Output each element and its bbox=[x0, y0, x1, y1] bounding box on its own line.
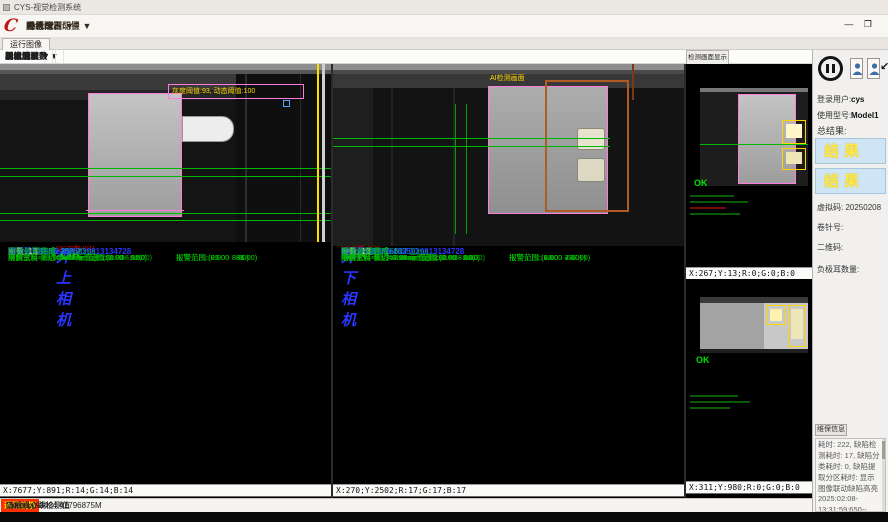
log-line bbox=[690, 213, 740, 215]
lower-camera-heartbeat: 下相机心跳检测值 bbox=[6, 499, 70, 512]
guide-line-vertical bbox=[455, 104, 456, 234]
preview-ok-text: OK bbox=[696, 355, 710, 365]
left-pixel-coordinates: X:7677;Y:891;R:14;G:14;B:14 bbox=[0, 484, 331, 497]
log-tabs: 运行信息报警信息维保信息 bbox=[815, 424, 887, 436]
log-line bbox=[690, 401, 750, 403]
right-result-block: 外下相机OK NG次数:0(0) 虚拟码:Offline202502081313… bbox=[333, 246, 684, 482]
model-label: 使用型号: bbox=[817, 111, 851, 120]
user-switch-button[interactable] bbox=[867, 58, 880, 79]
measure-line bbox=[86, 210, 184, 211]
pin-number-label: 卷针号: bbox=[817, 222, 887, 233]
log-line bbox=[690, 195, 734, 197]
log-line bbox=[690, 207, 726, 209]
tab-strip: 运行图像 bbox=[0, 38, 888, 50]
metal-tab bbox=[770, 309, 782, 321]
metal-tab bbox=[791, 309, 803, 339]
log-scrollbar-thumb[interactable] bbox=[882, 441, 885, 459]
machine-seam bbox=[391, 88, 393, 246]
window-controls[interactable]: — ❐ bbox=[844, 19, 876, 30]
log-scrollbar[interactable] bbox=[882, 439, 885, 511]
measure-value: 隔膜宽度-上=90.56mm 范围:(88.00 - 92.00) bbox=[8, 252, 152, 263]
threshold-note: 灰度阈值:93, 动态阈值:100 bbox=[172, 85, 255, 98]
edge-line-white bbox=[322, 64, 325, 242]
model-row: 使用型号: Model1 bbox=[817, 110, 887, 121]
menubar: C 系统配置 相机配置 通讯配置 IO卡配置 ▼ 光源控制配置 ▼ 查看 ▼ 系… bbox=[0, 15, 888, 38]
alarm-range: 报警范围:(89.00 - 91.00) bbox=[176, 252, 257, 263]
preview-bar: 瑕疵显示 ▼运行画面显示检测画面显示 bbox=[686, 50, 812, 64]
pause-button[interactable] bbox=[818, 56, 843, 81]
tab-run-image[interactable]: 运行图像 bbox=[2, 38, 50, 50]
menu-item-language[interactable]: 系统语言切换 bbox=[26, 15, 80, 38]
sidebar: ↙ 登录用户: cys 使用型号: Model1 总结果: 结果 结果 虚拟码:… bbox=[812, 50, 888, 512]
marker-icon bbox=[283, 100, 290, 107]
ai-view-note: AI检测画面 bbox=[490, 72, 525, 85]
preview-bottom-coordinates: X:311;Y:980;R:0;G:0;B:0 bbox=[686, 481, 812, 494]
guide-line bbox=[0, 176, 331, 177]
toolbar: 相机配置 AI使用配置 相机调试 高级设置 点检设置 ▼ 图像处理 ▼ 基准线参… bbox=[0, 50, 686, 64]
window-titlebar: CYS-视觉检测系统 bbox=[0, 0, 888, 15]
window-title: CYS-视觉检测系统 bbox=[14, 0, 81, 15]
operator-button[interactable] bbox=[850, 58, 863, 79]
login-user-value: cys bbox=[851, 94, 864, 105]
left-camera-image[interactable]: 灰度阈值:93, 动态阈值:100 bbox=[0, 64, 331, 242]
neg-tab-count-label: 负极耳数量: bbox=[817, 264, 887, 275]
log-line bbox=[690, 407, 730, 409]
toolbar-other-settings[interactable]: 其它设置 ▼ bbox=[0, 50, 56, 63]
total-result-label: 总结果: bbox=[817, 126, 887, 137]
qr-code-label: 二维码: bbox=[817, 242, 887, 253]
return-arrow-icon[interactable]: ↙ bbox=[880, 60, 888, 73]
measure-line bbox=[488, 213, 608, 214]
guide-line bbox=[333, 138, 610, 139]
guide-line bbox=[333, 146, 610, 147]
preview-bottom-camera[interactable]: OK bbox=[686, 279, 812, 481]
left-result-block: 外上相机OK NG次数:0(1) 虚拟码:Offline202502081313… bbox=[0, 246, 331, 482]
machine-seam bbox=[300, 74, 301, 242]
tab-detect-view[interactable]: 检测画面显示 bbox=[686, 50, 729, 65]
measure-value: 外侧余料-长边=2.61mm 范围:(0.60 - 4.00) bbox=[341, 252, 480, 263]
electrode-tab bbox=[182, 116, 234, 142]
metal-tab bbox=[786, 124, 802, 138]
right-camera-image[interactable]: AI检测画面 bbox=[333, 64, 684, 246]
machine-column bbox=[333, 88, 373, 246]
model-value: Model1 bbox=[851, 110, 879, 121]
preview-top-camera[interactable]: OK bbox=[686, 64, 812, 267]
guide-line bbox=[0, 213, 331, 214]
status-bar: 心跳信号相机连接通讯连接Cpu: 0.0%Memory: 3424.417968… bbox=[0, 498, 812, 512]
result-display-2: 结果 bbox=[815, 168, 886, 194]
metal-tab bbox=[786, 152, 802, 164]
login-user-label: 登录用户: bbox=[817, 95, 851, 104]
log-text-area[interactable]: 耗时: 222, 缺陷检测耗时: 17, 缺陷分类耗时: 0, 缺陷提取分区耗时… bbox=[815, 438, 886, 512]
orange-post bbox=[632, 64, 634, 100]
log-line bbox=[690, 395, 738, 397]
guide-line-vertical bbox=[466, 104, 467, 234]
log-tab-maintenance[interactable]: 维保信息 bbox=[815, 424, 847, 436]
edge-line-yellow bbox=[317, 64, 319, 242]
log-text: 耗时: 222, 缺陷检测耗时: 17, 缺陷分类耗时: 0, 缺陷提取分区耗时… bbox=[818, 440, 880, 512]
app-window: CYS-视觉检测系统 C 系统配置 相机配置 通讯配置 IO卡配置 ▼ 光源控制… bbox=[0, 0, 888, 522]
machine-seam bbox=[245, 74, 247, 242]
log-line bbox=[690, 201, 748, 203]
guide-line bbox=[700, 144, 808, 145]
film-region bbox=[88, 93, 182, 217]
threshold-box: 灰度阈值:93, 动态阈值:100 bbox=[168, 84, 304, 99]
login-user-row: 登录用户: cys bbox=[817, 94, 887, 105]
virtual-code-row: 虚拟码: 20250208 bbox=[817, 202, 887, 213]
guide-line bbox=[0, 168, 331, 169]
app-logo-icon: C bbox=[3, 16, 24, 36]
right-pixel-coordinates: X:270;Y:2502;R:17;G:17;B:17 bbox=[333, 484, 684, 497]
alarm-range: 报警范围:(0.60 - 4.00) bbox=[509, 252, 582, 263]
guide-line bbox=[0, 220, 331, 221]
app-icon bbox=[3, 4, 10, 11]
result-display-1: 结果 bbox=[815, 138, 886, 164]
preview-ok-text: OK bbox=[694, 178, 708, 188]
bottom-strip bbox=[0, 512, 888, 522]
machine-band bbox=[700, 88, 808, 92]
